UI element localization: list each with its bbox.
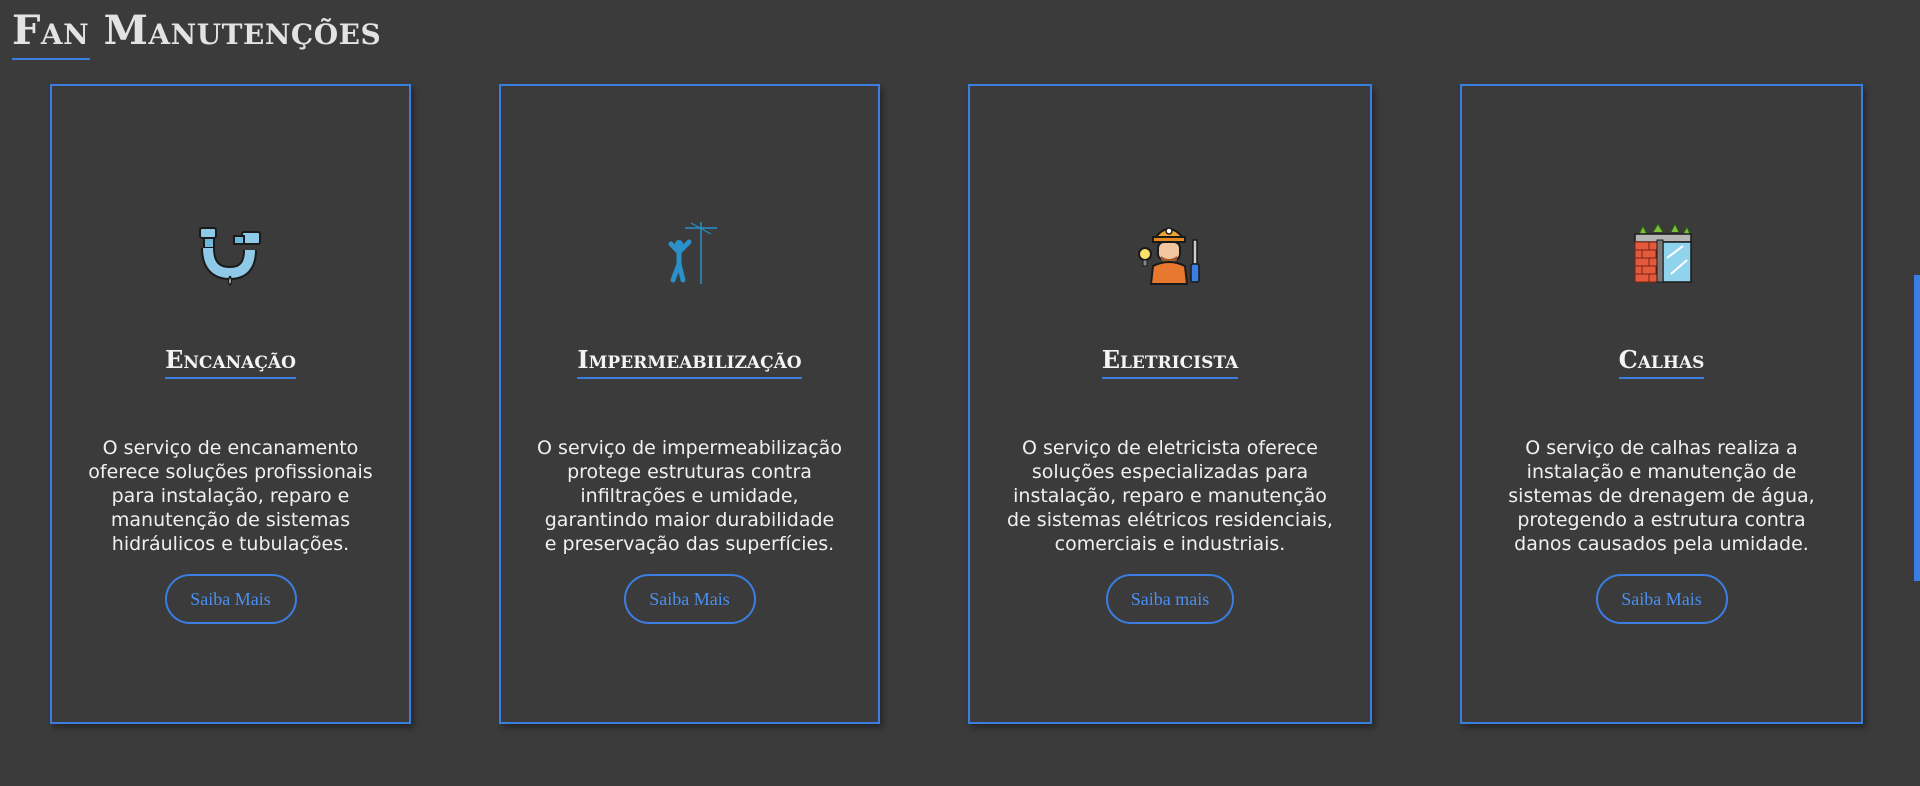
title-underline (12, 58, 90, 60)
service-card-impermeabilizacao: Impermeabilização O serviço de impermeab… (499, 84, 880, 724)
electrician-icon (1135, 218, 1205, 288)
pipe-plumbing-icon (196, 218, 266, 288)
card-title: Eletricista (1101, 346, 1239, 379)
roof-gutter-icon (1627, 218, 1697, 288)
card-title: Impermeabilização (577, 346, 802, 379)
card-title: Encanação (165, 346, 296, 379)
card-description: O serviço de calhas realiza a instalação… (1508, 437, 1815, 555)
site-header: Fan Manutenções (12, 6, 381, 60)
service-card-encanacao: Encanação O serviço de encanamento ofere… (50, 84, 411, 724)
service-card-calhas: Calhas O serviço de calhas realiza a ins… (1460, 84, 1863, 724)
card-description: O serviço de eletricista oferece soluçõe… (1007, 437, 1333, 555)
waterproofing-worker-icon (655, 218, 725, 288)
card-title: Calhas (1618, 346, 1705, 379)
saiba-mais-button[interactable]: Saiba mais (1106, 574, 1234, 624)
saiba-mais-button[interactable]: Saiba Mais (1595, 574, 1728, 624)
card-description: O serviço de impermeabilização protege e… (537, 437, 842, 555)
saiba-mais-button[interactable]: Saiba Mais (164, 574, 297, 624)
card-description: O serviço de encanamento oferece soluçõe… (88, 437, 373, 555)
scroll-indicator[interactable] (1914, 275, 1920, 581)
site-title: Fan Manutenções (12, 7, 382, 54)
service-card-eletricista: Eletricista O serviço de eletricista ofe… (968, 84, 1372, 724)
saiba-mais-button[interactable]: Saiba Mais (623, 574, 756, 624)
